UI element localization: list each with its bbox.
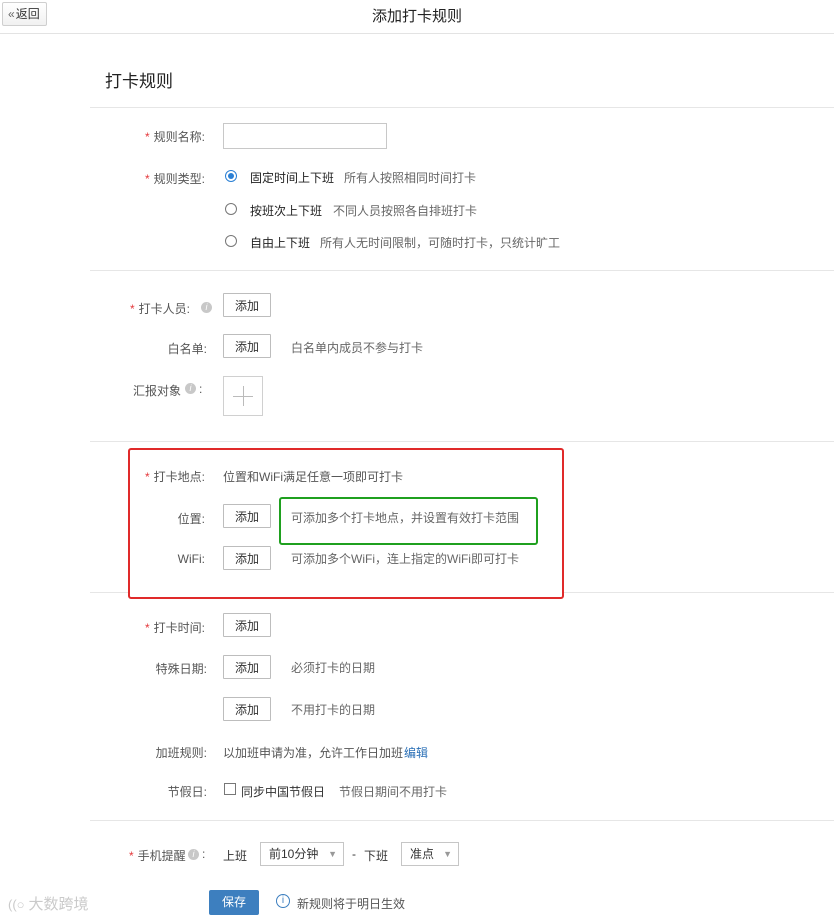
radio-shift[interactable] bbox=[225, 203, 237, 215]
wifi-hint: 可添加多个WiFi，连上指定的WiFi即可打卡 bbox=[291, 552, 519, 566]
save-button[interactable]: 保存 bbox=[209, 890, 259, 915]
location-desc: 位置和WiFi满足任意一项即可打卡 bbox=[223, 470, 403, 484]
info-icon[interactable]: i bbox=[188, 849, 199, 860]
on-duty-reminder-value: 前10分钟 bbox=[269, 847, 319, 861]
off-duty-reminder-value: 准点 bbox=[410, 847, 435, 861]
reminder-label-text: 手机提醒 bbox=[137, 849, 186, 863]
rule-type-option-desc: 所有人按照相同时间打卡 bbox=[344, 171, 477, 185]
required-mark: * bbox=[144, 172, 150, 186]
add-must-date-button[interactable]: 添加 bbox=[223, 655, 271, 679]
add-position-button[interactable]: 添加 bbox=[223, 504, 271, 528]
required-mark: * bbox=[144, 470, 150, 484]
skip-date-hint: 不用打卡的日期 bbox=[291, 703, 376, 717]
radio-free-time[interactable] bbox=[225, 235, 237, 247]
caret-down-icon: ▼ bbox=[328, 849, 337, 859]
rule-type-label: * 规则类型: bbox=[85, 170, 205, 187]
info-icon[interactable]: i bbox=[185, 383, 196, 394]
rule-type-option-label: 自由上下班 bbox=[250, 236, 311, 250]
add-members-button[interactable]: 添加 bbox=[223, 293, 271, 317]
add-skip-date-button[interactable]: 添加 bbox=[223, 697, 271, 721]
divider bbox=[564, 592, 834, 593]
time-label-text: 打卡时间: bbox=[153, 621, 205, 635]
report-to-colon: : bbox=[199, 382, 203, 396]
info-icon[interactable]: i bbox=[201, 302, 212, 313]
required-mark: * bbox=[129, 849, 134, 863]
special-dates-label: 特殊日期: bbox=[155, 662, 207, 676]
add-wifi-button[interactable]: 添加 bbox=[223, 546, 271, 570]
divider bbox=[90, 820, 834, 821]
required-mark: * bbox=[144, 130, 150, 144]
location-label: * 打卡地点: bbox=[85, 468, 205, 485]
position-hint: 可添加多个打卡地点，并设置有效打卡范围 bbox=[291, 511, 520, 525]
off-duty-reminder-select[interactable]: 准点 ▼ bbox=[401, 842, 459, 866]
holiday-label: 节假日: bbox=[167, 785, 207, 799]
holiday-sync-checkbox[interactable] bbox=[224, 783, 236, 795]
overtime-desc: 以加班申请为准，允许工作日加班 bbox=[223, 746, 404, 760]
rule-type-option-label: 按班次上下班 bbox=[250, 204, 323, 218]
reminder-colon: : bbox=[202, 847, 206, 861]
reminder-separator: - bbox=[352, 847, 356, 861]
rule-type-option-label: 固定时间上下班 bbox=[250, 171, 335, 185]
reminder-label: * 手机提醒 bbox=[129, 847, 186, 864]
wifi-label: WiFi: bbox=[177, 552, 205, 566]
watermark-text: 大数跨境 bbox=[28, 896, 89, 913]
rule-name-label-text: 规则名称: bbox=[153, 130, 205, 144]
plus-icon-vertical bbox=[243, 386, 244, 406]
rule-type-option-desc: 不同人员按照各自排班打卡 bbox=[333, 204, 478, 218]
location-label-text: 打卡地点: bbox=[153, 470, 205, 484]
whitelist-label: 白名单: bbox=[167, 342, 207, 356]
divider bbox=[90, 107, 834, 108]
overtime-label: 加班规则: bbox=[155, 746, 207, 760]
rule-type-label-text: 规则类型: bbox=[153, 172, 205, 186]
add-time-button[interactable]: 添加 bbox=[223, 613, 271, 637]
info-circle-icon: i bbox=[276, 894, 290, 908]
holiday-sync-label: 同步中国节假日 bbox=[241, 785, 326, 799]
page-title: 添加打卡规则 bbox=[371, 8, 462, 25]
required-mark: * bbox=[129, 302, 135, 316]
divider bbox=[90, 441, 834, 442]
radio-fixed-time[interactable] bbox=[225, 170, 237, 182]
time-label: * 打卡时间: bbox=[85, 619, 205, 636]
report-to-label: 汇报对象 bbox=[133, 384, 182, 398]
whitelist-hint: 白名单内成员不参与打卡 bbox=[291, 341, 424, 355]
add-whitelist-button[interactable]: 添加 bbox=[223, 334, 271, 358]
overtime-edit-link[interactable]: 编辑 bbox=[404, 744, 428, 761]
rule-name-input[interactable] bbox=[223, 123, 387, 149]
caret-down-icon: ▼ bbox=[443, 849, 452, 859]
off-duty-label: 下班 bbox=[364, 849, 389, 863]
rule-name-label: * 规则名称: bbox=[85, 128, 205, 145]
divider bbox=[90, 592, 128, 593]
position-label: 位置: bbox=[177, 512, 205, 526]
required-mark: * bbox=[144, 621, 150, 635]
members-label-text: 打卡人员: bbox=[138, 302, 190, 316]
divider bbox=[90, 270, 834, 271]
watermark-logo: ((○ 大数跨境 bbox=[8, 893, 89, 914]
add-report-to-button[interactable] bbox=[223, 376, 263, 416]
footer-notice: 新规则将于明日生效 bbox=[297, 897, 406, 911]
members-label: * 打卡人员: bbox=[70, 300, 190, 317]
section-title: 打卡规则 bbox=[105, 72, 173, 91]
on-duty-reminder-select[interactable]: 前10分钟 ▼ bbox=[260, 842, 344, 866]
must-date-hint: 必须打卡的日期 bbox=[291, 661, 376, 675]
rule-type-option-desc: 所有人无时间限制，可随时打卡，只统计旷工 bbox=[320, 236, 561, 250]
holiday-hint: 节假日期间不用打卡 bbox=[339, 785, 448, 799]
watermark-mark: ((○ bbox=[8, 897, 25, 912]
on-duty-label: 上班 bbox=[223, 849, 248, 863]
